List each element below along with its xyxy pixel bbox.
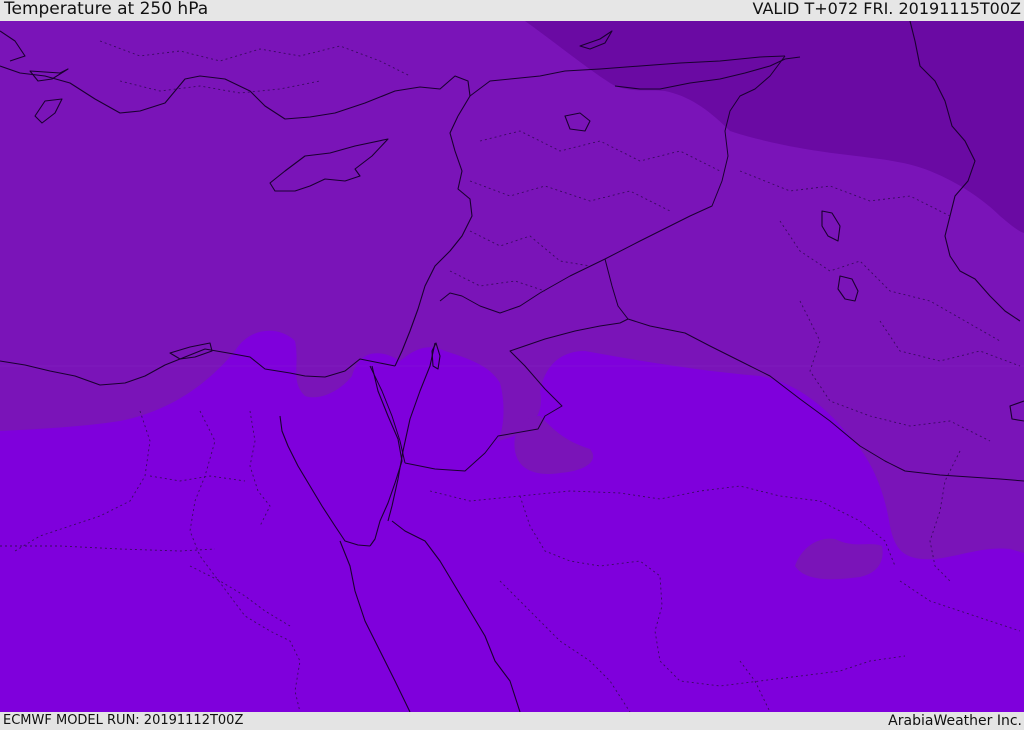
valid-time: VALID T+072 FRI. 20191115T00Z (752, 0, 1021, 18)
header-bar: Temperature at 250 hPa VALID T+072 FRI. … (0, 0, 1024, 21)
credit-label: ArabiaWeather Inc. (888, 713, 1022, 729)
footer-bar: ECMWF MODEL RUN: 20191112T00Z ArabiaWeat… (0, 712, 1024, 729)
weather-map[interactable] (0, 21, 1024, 712)
model-run-label: ECMWF MODEL RUN: 20191112T00Z (3, 713, 244, 728)
map-title: Temperature at 250 hPa (4, 0, 209, 19)
